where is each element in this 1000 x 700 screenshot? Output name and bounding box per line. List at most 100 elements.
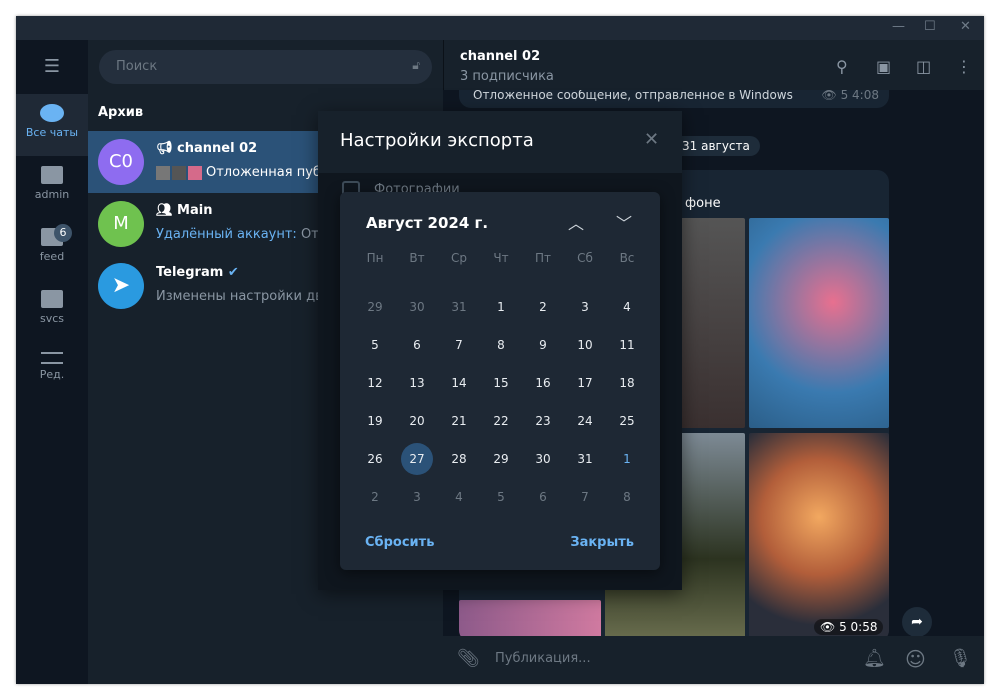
calendar-day: 29 <box>367 300 383 314</box>
calendar-day[interactable]: 26 <box>358 444 392 474</box>
calendar-day[interactable]: 28 <box>442 444 476 474</box>
folder-svcs[interactable]: svcs <box>16 280 88 342</box>
calendar-day[interactable]: 29 <box>484 444 518 474</box>
group-icon: 👥︎ <box>156 203 178 218</box>
avatar: C0 <box>98 139 144 185</box>
minimize-button[interactable]: — <box>892 19 905 34</box>
calendar-day[interactable]: 23 <box>526 406 560 436</box>
chat-name: channel 02 <box>177 141 258 156</box>
calendar-day: 8 <box>623 490 631 504</box>
weekday-label: Чт <box>493 251 509 265</box>
chat-name: Main <box>177 203 213 218</box>
calendar-day[interactable]: 30 <box>526 444 560 474</box>
calendar-day[interactable]: 8 <box>484 330 518 360</box>
more-icon[interactable]: ⋮ <box>956 57 972 76</box>
search-input[interactable]: Поиск 🔓︎ <box>99 50 432 84</box>
sidebar-toggle-icon[interactable]: ◫ <box>916 57 931 76</box>
calendar-day[interactable]: 14 <box>442 368 476 398</box>
message-text: фоне <box>685 196 721 211</box>
calendar-day: 7 <box>581 490 589 504</box>
channel-icon: 📢︎ <box>156 141 178 156</box>
menu-icon[interactable]: ☰ <box>16 40 88 94</box>
calendar-day: 2 <box>371 490 379 504</box>
calendar-day[interactable]: 4 <box>610 292 644 322</box>
microphone-icon[interactable]: 🎙︎ <box>949 648 972 669</box>
bell-icon[interactable]: 🔔︎ <box>863 648 886 669</box>
composer: 📎︎ Публикация... 🔔︎ ☺ 🎙︎ <box>443 636 984 684</box>
calendar-day[interactable]: 5 <box>358 330 392 360</box>
thumb-icon <box>172 165 186 180</box>
folder-all-chats[interactable]: Все чаты <box>16 94 88 156</box>
message-text: Отложенное сообщение, отправленное в Win… <box>473 88 793 102</box>
reset-button[interactable]: Сбросить <box>365 535 434 550</box>
live-stream-icon[interactable]: ▣ <box>876 57 891 76</box>
folder-label: svcs <box>39 312 65 325</box>
photo[interactable] <box>749 218 889 428</box>
calendar-day: 31 <box>451 300 467 314</box>
calendar-day[interactable]: 13 <box>400 368 434 398</box>
sliders-icon <box>41 352 63 364</box>
calendar-day[interactable]: 31 <box>568 444 602 474</box>
calendar-day[interactable]: 2 <box>526 292 560 322</box>
calendar-day[interactable]: 3 <box>568 292 602 322</box>
lock-icon[interactable]: 🔓︎ <box>412 58 420 73</box>
calendar-day: 30 <box>409 300 425 314</box>
weekday-label: Вт <box>409 251 425 265</box>
calendar-day[interactable]: 9 <box>526 330 560 360</box>
calendar-popup: Август 2024 г. ︿ ﹀ Пн Вт Ср Чт Пт Сб Вс 29 30 31… <box>340 192 660 570</box>
search-icon[interactable]: ⚲ <box>836 57 848 76</box>
photo[interactable] <box>749 433 889 642</box>
chat-title[interactable]: channel 02 <box>460 49 540 64</box>
views-count: 5 <box>840 88 849 102</box>
calendar-day[interactable]: 15 <box>484 368 518 398</box>
folder-feed[interactable]: feed 6 <box>16 218 88 280</box>
folder-admin[interactable]: admin <box>16 156 88 218</box>
calendar-day[interactable]: 21 <box>442 406 476 436</box>
chevron-up-icon[interactable]: ︿ <box>568 210 584 234</box>
calendar-day[interactable]: 17 <box>568 368 602 398</box>
close-window-button[interactable]: ✕ <box>960 19 971 34</box>
calendar-day[interactable]: 1 <box>610 444 644 474</box>
folder-sidebar: ☰ Все чаты admin feed 6 svcs Ред. <box>16 40 88 684</box>
calendar-day[interactable]: 1 <box>484 292 518 322</box>
weekday-label: Пт <box>534 251 551 265</box>
calendar-month-title: Август 2024 г. <box>366 214 489 232</box>
calendar-day[interactable]: 6 <box>400 330 434 360</box>
calendar-day: 6 <box>539 490 547 504</box>
forward-button[interactable]: ➦ <box>902 607 932 637</box>
title-bar: — ☐ ✕ <box>16 16 984 40</box>
folder-label: admin <box>34 188 70 201</box>
thumb-icon <box>188 165 202 180</box>
calendar-day[interactable]: 16 <box>526 368 560 398</box>
chat-subtitle: 3 подписчика <box>460 69 554 84</box>
calendar-day[interactable]: 24 <box>568 406 602 436</box>
message-input[interactable]: Публикация... <box>495 651 835 666</box>
close-button[interactable]: Закрыть <box>570 535 634 550</box>
dialog-title: Настройки экспорта <box>340 130 534 151</box>
album-meta: 👁︎ 5 0:58 <box>814 619 884 635</box>
verified-icon: ✔ <box>227 265 239 280</box>
maximize-button[interactable]: ☐ <box>924 19 936 34</box>
views-count: 5 <box>839 620 847 634</box>
calendar-day[interactable]: 11 <box>610 330 644 360</box>
calendar-day[interactable]: 22 <box>484 406 518 436</box>
calendar-day[interactable]: 7 <box>442 330 476 360</box>
emoji-icon[interactable]: ☺ <box>905 647 926 671</box>
eye-icon: 👁︎ <box>820 620 840 634</box>
attach-icon[interactable]: 📎︎ <box>457 648 480 669</box>
sender-name: Удалённый аккаунт: <box>156 227 297 242</box>
close-icon[interactable]: ✕ <box>644 129 659 150</box>
calendar-day[interactable]: 10 <box>568 330 602 360</box>
calendar-day[interactable]: 25 <box>610 406 644 436</box>
archive-header: Архив <box>98 105 144 120</box>
chevron-down-icon[interactable]: ﹀ <box>616 210 632 234</box>
calendar-day[interactable]: 20 <box>400 406 434 436</box>
eye-icon: 👁︎ <box>821 88 841 102</box>
calendar-day[interactable]: 18 <box>610 368 644 398</box>
telegram-logo-icon: ➤ <box>98 263 144 309</box>
calendar-day-selected[interactable]: 27 <box>401 443 433 475</box>
calendar-day[interactable]: 12 <box>358 368 392 398</box>
folder-edit[interactable]: Ред. <box>16 342 88 404</box>
calendar-day[interactable]: 19 <box>358 406 392 436</box>
folder-icon <box>41 290 63 308</box>
